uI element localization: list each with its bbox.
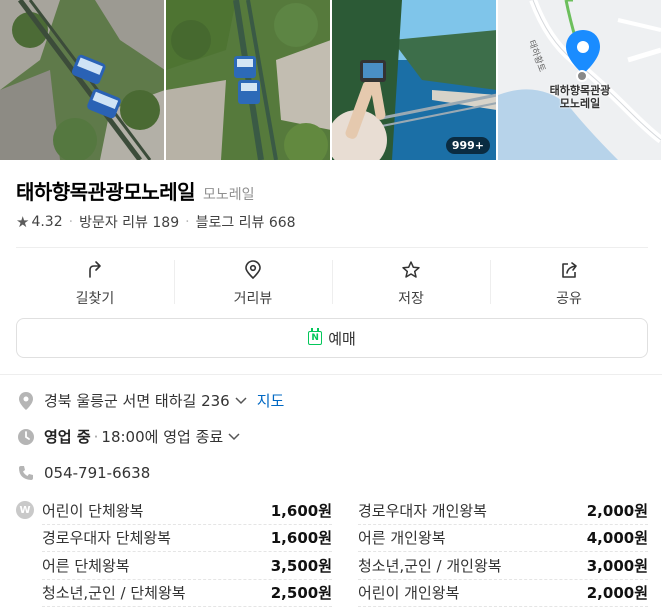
share-button[interactable]: 공유 xyxy=(490,258,648,308)
address-text[interactable]: 경북 울릉군 서면 태하길 236 xyxy=(44,390,230,411)
share-icon xyxy=(562,262,577,278)
meta-separator: · xyxy=(68,214,74,230)
photo-monorail-2[interactable] xyxy=(166,0,330,160)
business-status: 영업 중 xyxy=(44,428,91,446)
star-icon xyxy=(402,261,420,278)
clock-icon xyxy=(16,427,36,447)
reserve-button[interactable]: N 예매 xyxy=(16,318,648,358)
meta-separator: · xyxy=(93,427,99,446)
location-pin-icon xyxy=(16,391,36,411)
directions-icon xyxy=(89,261,101,278)
hours-row: 영업 중 · 18:00에 영업 종료 xyxy=(16,426,240,447)
action-bar: 길찾기 거리뷰 저장 공유 xyxy=(16,258,648,308)
chevron-down-icon[interactable] xyxy=(235,394,247,408)
price-value: 4,000원 xyxy=(586,529,648,548)
price-name: 어른 단체왕복 xyxy=(42,556,130,575)
price-value: 3,500원 xyxy=(270,556,332,575)
map-place-dot xyxy=(576,70,588,82)
directions-label: 길찾기 xyxy=(75,291,115,307)
chevron-down-icon[interactable] xyxy=(228,430,240,444)
reserve-label: 예매 xyxy=(328,329,356,348)
price-value: 2,500원 xyxy=(270,584,332,603)
phone-row: 054-791-6638 xyxy=(16,463,150,483)
meta-separator: · xyxy=(185,214,190,230)
photo-count-badge: 999+ xyxy=(445,137,490,154)
phone-icon xyxy=(16,463,36,483)
place-title: 태하향목관광모노레일 xyxy=(16,180,196,204)
divider xyxy=(0,374,662,375)
price-list: 어린이 단체왕복 1,600원 경로우대자 개인왕복 2,000원 경로우대자 단체왕복… xyxy=(42,497,648,607)
price-name: 청소년,군인 / 개인왕복 xyxy=(358,556,502,575)
mini-map[interactable]: 태하황토 태하향목관광 모노레일 xyxy=(498,0,662,160)
visitor-reviews-link[interactable]: 방문자 리뷰 189 xyxy=(79,212,179,232)
photo-monorail-1[interactable] xyxy=(0,0,164,160)
price-item: 경로우대자 단체왕복 1,600원 xyxy=(42,525,332,552)
price-name: 어린이 개인왕복 xyxy=(358,584,460,603)
price-value: 1,600원 xyxy=(270,529,332,548)
phone-number[interactable]: 054-791-6638 xyxy=(44,464,150,482)
price-item: 어린이 단체왕복 1,600원 xyxy=(42,497,332,525)
photo-strip: 999+ 태하황토 태하향목관광 모노레일 xyxy=(0,0,662,160)
price-value: 3,000원 xyxy=(586,556,648,575)
price-item: 청소년,군인 / 개인왕복 3,000원 xyxy=(358,552,648,580)
price-won-icon: W xyxy=(16,501,34,519)
price-value: 2,000원 xyxy=(586,501,648,520)
title-row: 태하향목관광모노레일 모노레일 xyxy=(16,176,255,205)
map-label-line1: 태하향목관광 xyxy=(549,84,611,97)
price-item: 청소년,군인 / 단체왕복 2,500원 xyxy=(42,580,332,607)
price-name: 경로우대자 단체왕복 xyxy=(42,529,171,548)
naver-booking-icon: N xyxy=(308,328,323,345)
price-value: 2,000원 xyxy=(586,584,648,603)
business-hours[interactable]: 18:00에 영업 종료 xyxy=(101,426,223,447)
map-label-line2: 모노레일 xyxy=(559,97,601,110)
save-button[interactable]: 저장 xyxy=(332,258,490,308)
address-row: 경북 울릉군 서면 태하길 236 지도 xyxy=(16,390,284,411)
blog-reviews-link[interactable]: 블로그 리뷰 668 xyxy=(196,212,296,232)
price-name: 경로우대자 개인왕복 xyxy=(358,501,487,520)
share-label: 공유 xyxy=(556,291,582,307)
photo-sea-view[interactable]: 999+ xyxy=(332,0,496,160)
street-view-button[interactable]: 거리뷰 xyxy=(174,258,332,308)
map-link[interactable]: 지도 xyxy=(257,390,285,411)
price-value: 1,600원 xyxy=(270,501,332,520)
map-pin-icon xyxy=(566,30,600,74)
price-item: 경로우대자 개인왕복 2,000원 xyxy=(358,497,648,525)
price-item: 어른 단체왕복 3,500원 xyxy=(42,552,332,580)
divider xyxy=(16,247,648,248)
price-item: 어린이 개인왕복 2,000원 xyxy=(358,580,648,607)
rating-row: ★ 4.32 · 방문자 리뷰 189 · 블로그 리뷰 668 xyxy=(16,212,296,232)
street-view-label: 거리뷰 xyxy=(233,291,273,307)
save-label: 저장 xyxy=(398,291,424,307)
price-name: 청소년,군인 / 단체왕복 xyxy=(42,584,186,603)
map-place-label: 태하향목관광 모노레일 xyxy=(532,84,628,110)
rating-value: 4.32 xyxy=(31,214,63,230)
price-item: 어른 개인왕복 4,000원 xyxy=(358,525,648,552)
directions-button[interactable]: 길찾기 xyxy=(16,258,174,308)
place-category: 모노레일 xyxy=(203,187,255,203)
rating-star-icon: ★ xyxy=(16,213,30,231)
location-pin-icon xyxy=(245,260,261,280)
price-name: 어른 개인왕복 xyxy=(358,529,446,548)
price-name: 어린이 단체왕복 xyxy=(42,501,144,520)
